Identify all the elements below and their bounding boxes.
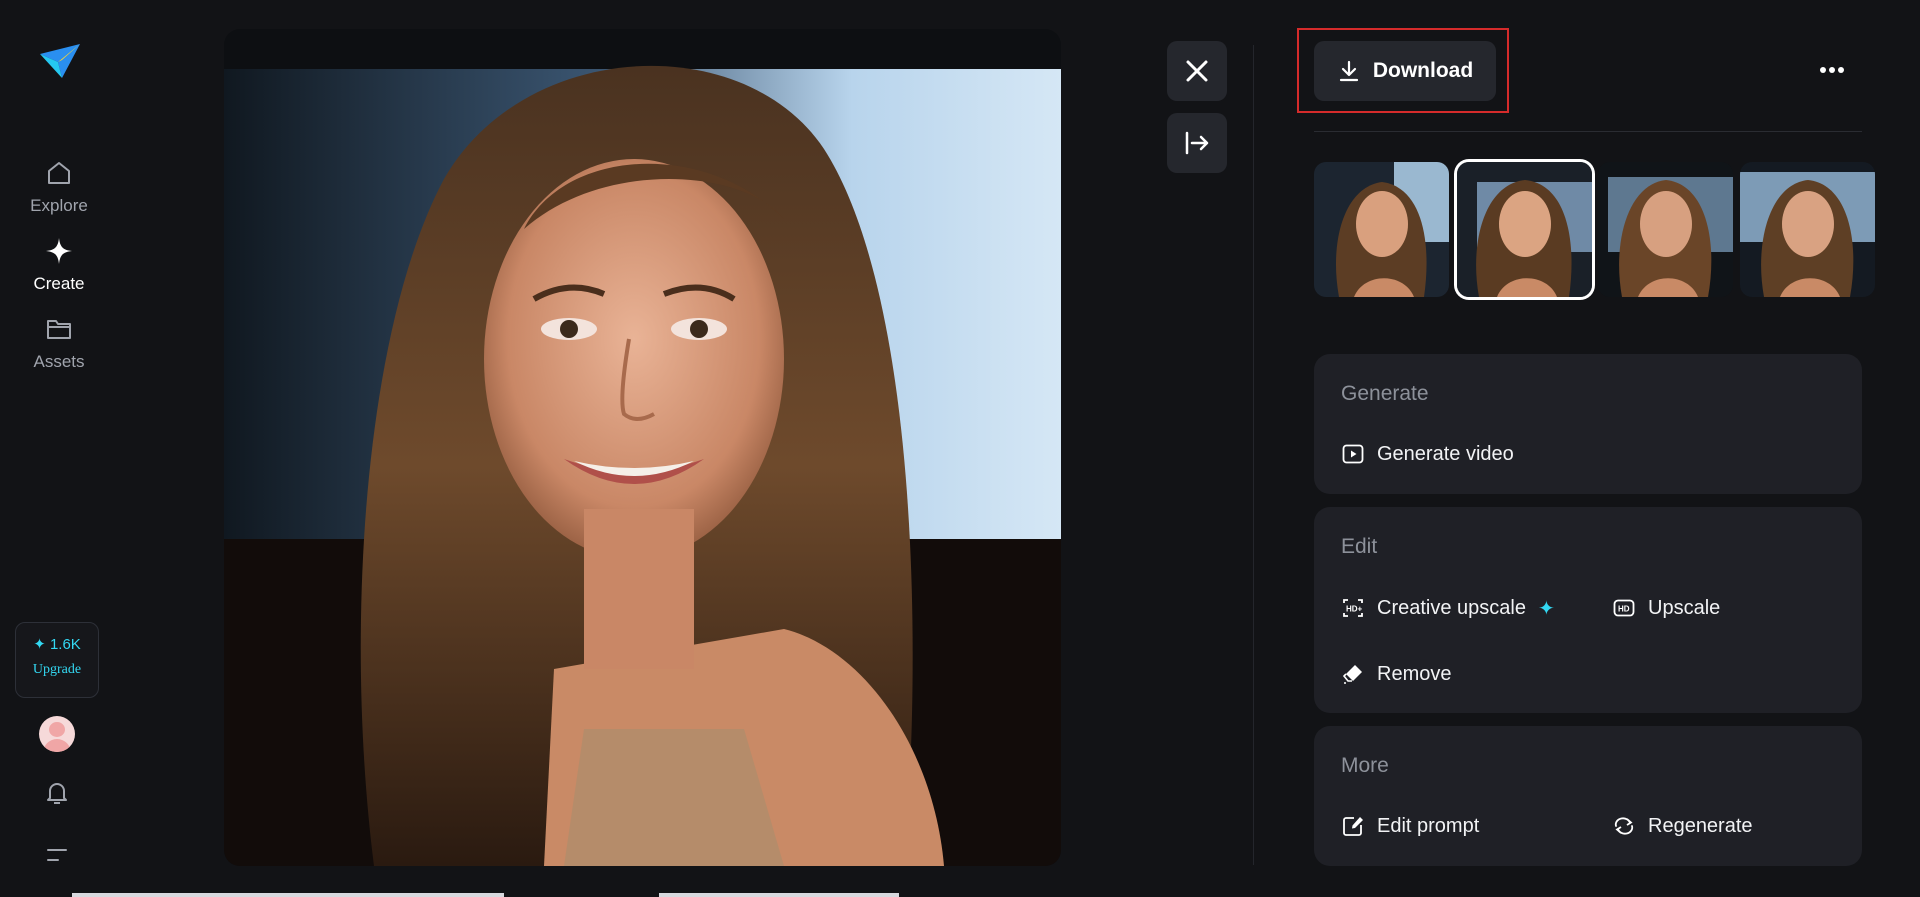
download-label: Download bbox=[1372, 59, 1474, 82]
thumbnail-3[interactable] bbox=[1598, 162, 1733, 297]
thumbnail-image bbox=[1740, 162, 1875, 297]
menu-icon[interactable] bbox=[42, 840, 72, 870]
home-icon bbox=[48, 162, 70, 184]
thumbnail-2-selected[interactable] bbox=[1457, 162, 1592, 297]
more-options-button[interactable] bbox=[1812, 54, 1852, 86]
edit-section-title: Edit bbox=[1341, 535, 1378, 558]
edit-prompt-icon bbox=[1343, 817, 1363, 836]
generated-image[interactable] bbox=[224, 29, 1061, 866]
thumbnail-4[interactable] bbox=[1740, 162, 1875, 297]
generate-section-title: Generate bbox=[1341, 382, 1429, 405]
panel-divider bbox=[1253, 45, 1254, 865]
app-logo[interactable] bbox=[36, 36, 84, 84]
upgrade-link[interactable]: Upgrade bbox=[16, 662, 98, 678]
bottom-strip-right bbox=[659, 893, 899, 897]
nav-create-label: Create bbox=[33, 274, 85, 293]
download-button[interactable]: Download bbox=[1314, 41, 1496, 101]
generate-section: Generate Generate video bbox=[1314, 354, 1862, 494]
sidebar: Explore Create Assets ✦ 1.6K Upgrade bbox=[0, 0, 118, 897]
hd-icon: HD bbox=[1613, 599, 1635, 617]
sparkle-icon bbox=[46, 238, 72, 264]
more-section-title: More bbox=[1341, 754, 1389, 777]
folder-icon bbox=[47, 320, 71, 339]
generate-video-button[interactable]: Generate video bbox=[1341, 439, 1514, 469]
download-icon bbox=[1339, 60, 1358, 82]
thumbnail-1[interactable] bbox=[1314, 162, 1449, 297]
edit-prompt-button[interactable]: Edit prompt bbox=[1341, 811, 1479, 841]
close-button[interactable] bbox=[1167, 41, 1227, 101]
remove-label: Remove bbox=[1377, 662, 1452, 685]
bell-icon[interactable] bbox=[42, 778, 72, 808]
nav-assets[interactable]: Assets bbox=[0, 314, 118, 372]
creative-upscale-button[interactable]: HD+ Creative upscale ✦ bbox=[1341, 593, 1555, 623]
edit-prompt-label: Edit prompt bbox=[1377, 814, 1480, 837]
creative-upscale-label: Creative upscale bbox=[1377, 596, 1526, 619]
nav-create[interactable]: Create bbox=[0, 236, 118, 294]
generate-video-label: Generate video bbox=[1377, 442, 1514, 465]
thumbnail-image bbox=[1457, 162, 1592, 297]
remove-button[interactable]: Remove bbox=[1341, 659, 1451, 689]
close-icon bbox=[1186, 60, 1208, 82]
nav-explore[interactable]: Explore bbox=[0, 158, 118, 216]
regenerate-button[interactable]: Regenerate bbox=[1612, 811, 1753, 841]
regenerate-icon bbox=[1614, 817, 1634, 835]
thumbnail-image bbox=[1314, 162, 1449, 297]
hd-plus-icon: HD+ bbox=[1343, 599, 1363, 617]
regenerate-label: Regenerate bbox=[1648, 814, 1753, 837]
credit-sparkle-icon: ✦ bbox=[33, 636, 46, 653]
premium-sparkle-icon: ✦ bbox=[1537, 597, 1555, 620]
edit-section: Edit HD+ Creative upscale ✦ HD Upscale R… bbox=[1314, 507, 1862, 713]
more-section: More Edit prompt Regenerate bbox=[1314, 726, 1862, 866]
eraser-icon bbox=[1342, 665, 1362, 684]
credits-amount: ✦ 1.6K bbox=[33, 636, 81, 653]
thumbnail-image bbox=[1598, 162, 1733, 297]
svg-text:HD+: HD+ bbox=[1346, 605, 1363, 614]
header-divider bbox=[1314, 131, 1862, 132]
nav-explore-label: Explore bbox=[30, 196, 88, 215]
collapse-panel-icon bbox=[1185, 131, 1209, 155]
upgrade-card[interactable]: ✦ 1.6K Upgrade bbox=[15, 622, 99, 698]
svg-text:HD: HD bbox=[1618, 605, 1630, 614]
portrait-image bbox=[224, 29, 1061, 866]
upscale-label: Upscale bbox=[1648, 596, 1721, 619]
video-play-icon bbox=[1342, 444, 1364, 464]
collapse-panel-button[interactable] bbox=[1167, 113, 1227, 173]
avatar[interactable] bbox=[39, 716, 75, 752]
more-horizontal-icon bbox=[1820, 67, 1844, 73]
bottom-strip-left bbox=[72, 893, 504, 897]
nav-assets-label: Assets bbox=[33, 352, 85, 371]
upscale-button[interactable]: HD Upscale bbox=[1612, 593, 1720, 623]
